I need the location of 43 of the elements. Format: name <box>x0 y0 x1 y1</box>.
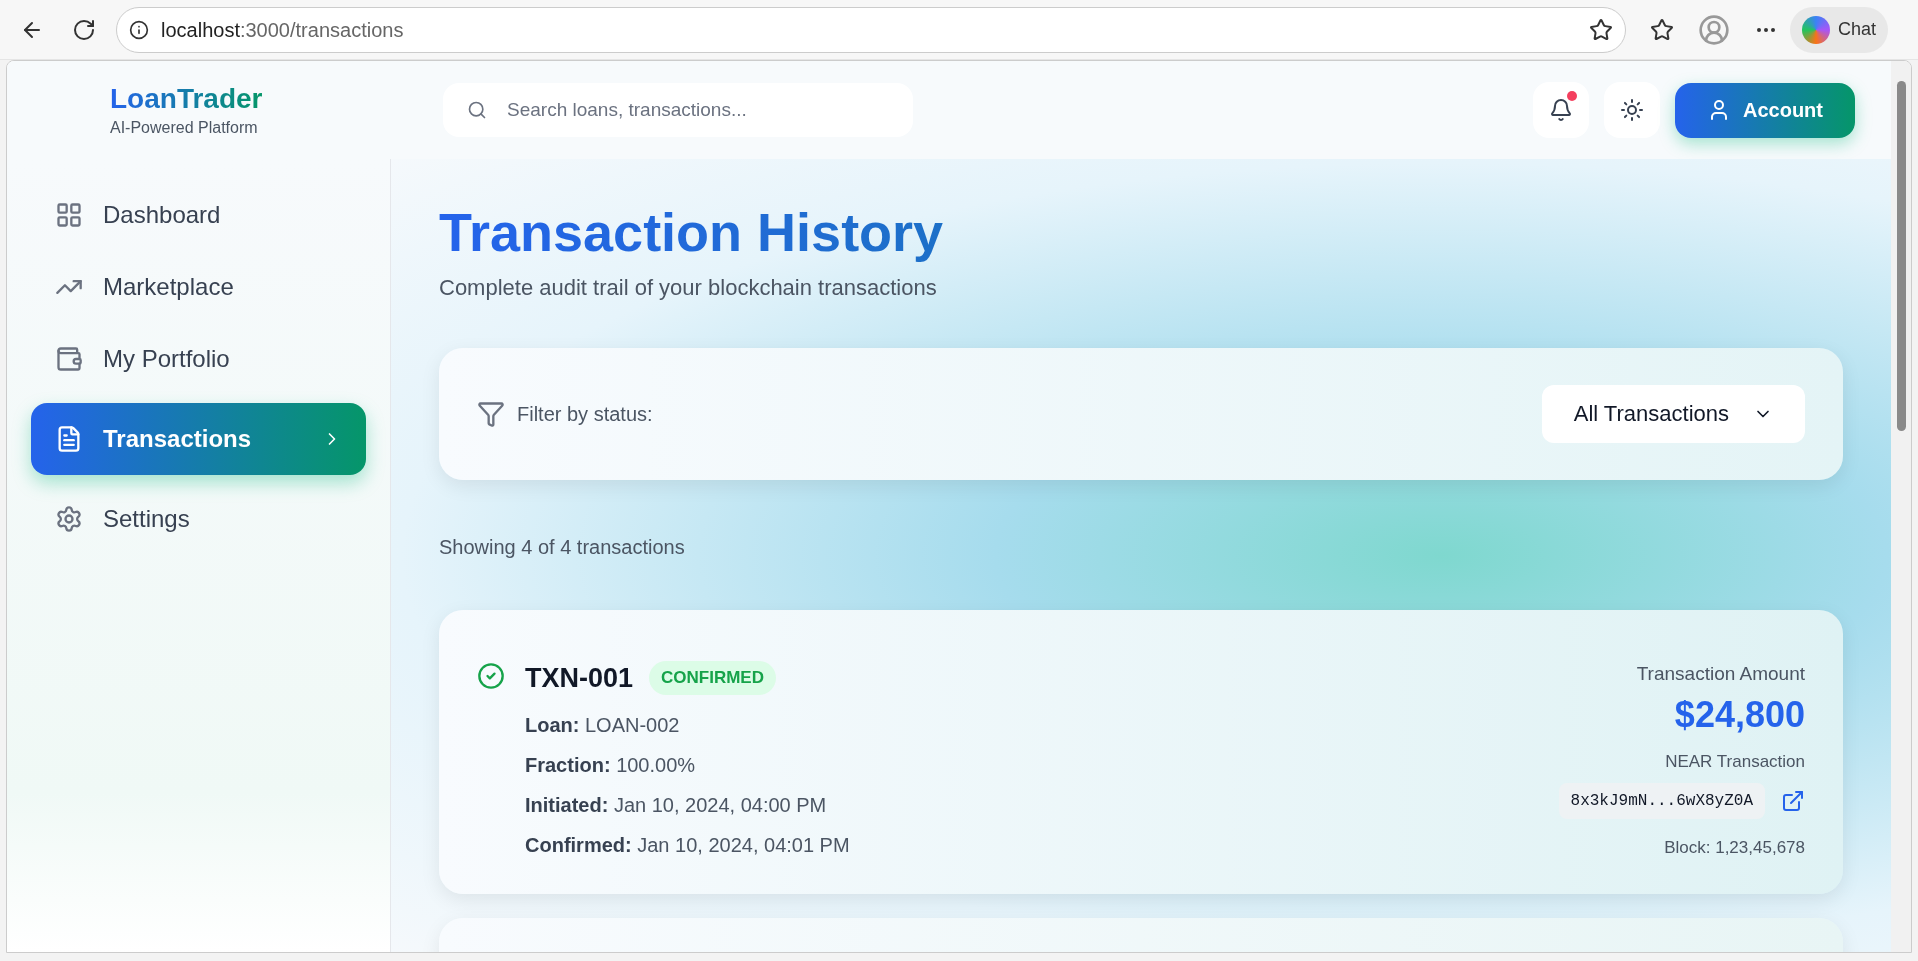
favorite-star-icon[interactable] <box>1589 17 1613 42</box>
detail-text: Fraction: 100.00% <box>525 753 697 778</box>
sidebar-item[interactable]: Dashboard <box>31 187 366 243</box>
results-count: Showing 4 of 4 transactions <box>439 534 686 560</box>
settings-icon <box>55 505 83 533</box>
reload-icon[interactable] <box>72 17 96 42</box>
sidebar-item[interactable]: Transactions <box>31 403 366 475</box>
search-field[interactable]: Search loans, transactions... <box>443 83 913 137</box>
transaction-hash: 8x3kJ9mN...6wX8yZ0A <box>1558 782 1765 819</box>
brand-tagline: AI-Powered Platform <box>110 117 259 138</box>
filter-label: Filter by status: <box>517 401 653 427</box>
block-number: Block: 1,23,45,678 <box>1664 836 1805 859</box>
account-button[interactable]: Account <box>1675 82 1855 138</box>
chat-button[interactable]: Chat <box>1790 6 1889 53</box>
status-badge: CONFIRMED <box>649 661 776 695</box>
address-bar[interactable]: localhost:3000/transactions <box>116 6 1626 53</box>
detail-text: Initiated: Jan 10, 2024, 04:00 PM <box>525 793 828 818</box>
profile-avatar-icon[interactable] <box>1698 13 1730 46</box>
transaction-id: TXN-001 <box>525 661 634 695</box>
status-dropdown[interactable]: All Transactions <box>1541 384 1805 443</box>
url-text: localhost:3000/transactions <box>161 17 404 43</box>
external-link-icon[interactable] <box>1781 788 1805 813</box>
bell-icon <box>1549 98 1573 122</box>
amount-label: Transaction Amount <box>1636 661 1805 686</box>
page-subtitle: Complete audit trail of your blockchain transactions <box>439 273 938 302</box>
wallet-icon <box>55 345 83 373</box>
scrollbar[interactable] <box>1891 61 1911 952</box>
filter-icon <box>477 399 505 428</box>
sidebar-item[interactable]: My Portfolio <box>31 331 366 387</box>
check-circle-icon <box>477 661 505 690</box>
detail-text: Loan: LOAN-002 <box>525 713 681 738</box>
favorites-icon[interactable] <box>1650 17 1674 42</box>
search-icon <box>467 100 487 120</box>
notifications-button[interactable] <box>1533 82 1589 138</box>
amount-value: $24,800 <box>1674 693 1805 737</box>
info-icon[interactable] <box>129 19 149 40</box>
theme-toggle-button[interactable] <box>1604 82 1660 138</box>
detail-text: Confirmed: Jan 10, 2024, 04:01 PM <box>525 833 850 858</box>
sidebar-item[interactable]: Marketplace <box>31 259 366 315</box>
grid-icon <box>55 201 83 229</box>
sun-icon <box>1620 98 1644 122</box>
sidebar-item[interactable]: Settings <box>31 491 366 547</box>
network-label: NEAR Transaction <box>1665 751 1805 773</box>
